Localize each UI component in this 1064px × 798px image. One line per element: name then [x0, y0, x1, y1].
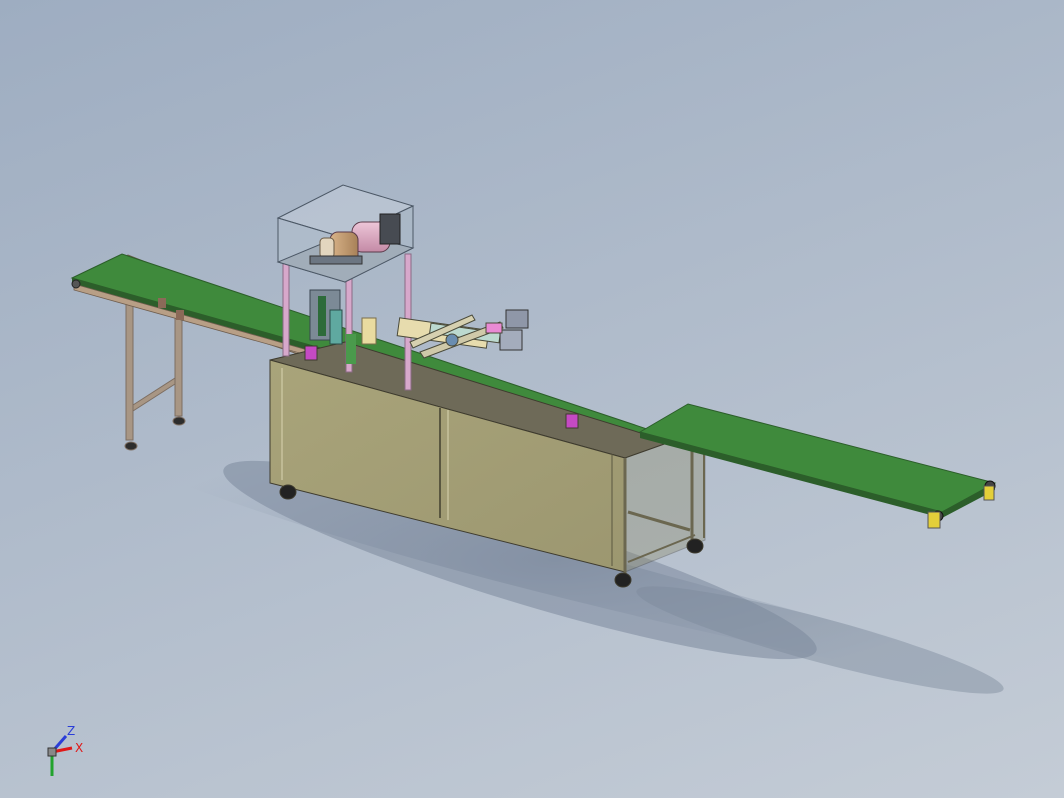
machine-model-view[interactable] — [0, 0, 1064, 798]
x-axis-label: X — [75, 741, 83, 755]
cad-viewport[interactable]: X Z Y — [0, 0, 1064, 798]
z-axis-label: Z — [67, 724, 75, 738]
triad-origin — [47, 747, 57, 757]
axis-triad: X Z Y — [47, 724, 83, 776]
pneumatic-cylinder-arm[interactable] — [396, 309, 529, 359]
